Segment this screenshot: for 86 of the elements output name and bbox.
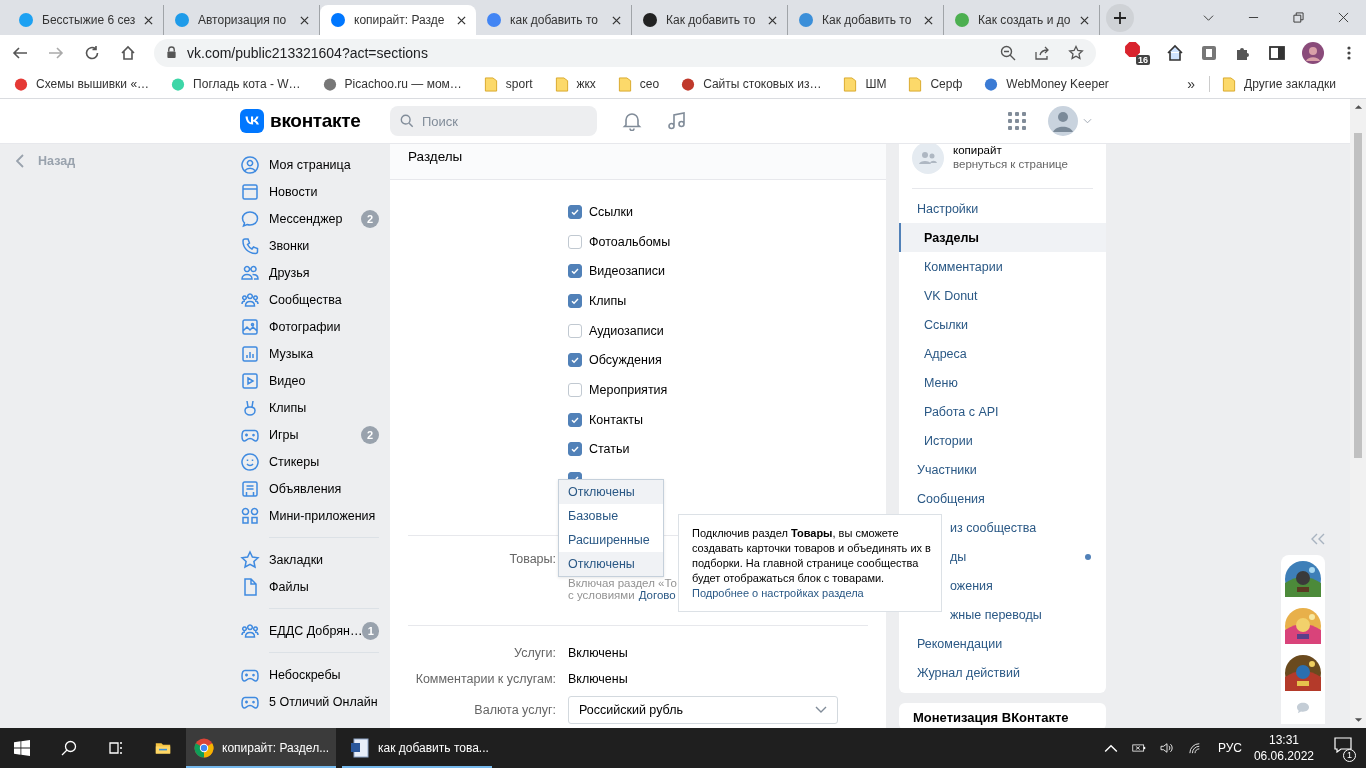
- count-badge: 1: [362, 621, 379, 640]
- dropdown-option[interactable]: Отключены: [559, 552, 663, 576]
- bookmark[interactable]: жкх: [554, 76, 596, 92]
- tooltip-link[interactable]: Подробнее о настройках раздела: [692, 586, 931, 601]
- menu-item[interactable]: Меню: [924, 375, 958, 390]
- bookmark[interactable]: WebMoney Keeper: [984, 76, 1109, 92]
- more-bookmarks-button[interactable]: »: [1187, 76, 1196, 92]
- nav-item[interactable]: Стикеры: [240, 448, 390, 475]
- nav-item[interactable]: Видео: [240, 367, 390, 394]
- count-badge: 2: [361, 209, 379, 228]
- bookmark[interactable]: Picachoo.ru — мом…: [322, 76, 462, 92]
- bookmark[interactable]: Схемы вышивки «…: [14, 76, 150, 92]
- checkbox-label: Ссылки: [589, 204, 633, 219]
- checkbox-label: Контакты: [589, 412, 643, 427]
- nav-item[interactable]: Новости: [240, 178, 390, 205]
- checkbox-label: Аудиозаписи: [589, 323, 664, 338]
- checkbox-label: Статьи: [589, 442, 630, 457]
- dropdown-option[interactable]: Базовые: [559, 504, 663, 528]
- menu-item[interactable]: Истории: [924, 433, 973, 448]
- menu-item[interactable]: Журнал действий: [917, 665, 1020, 680]
- nav-item[interactable]: Клипы: [240, 394, 390, 421]
- bookmark[interactable]: Серф: [908, 76, 963, 92]
- currency-select[interactable]: Российский рубль: [568, 696, 838, 724]
- count-badge: 2: [361, 425, 379, 444]
- back-to-page-link[interactable]: вернуться к странице: [953, 157, 1068, 171]
- nav-item[interactable]: Файлы: [240, 573, 390, 600]
- menu-item[interactable]: Комментарии: [924, 259, 1003, 274]
- menu-item[interactable]: VK Donut: [924, 288, 978, 303]
- menu-item[interactable]: Рекомендации: [917, 636, 1003, 651]
- hint-text: Включая раздел «То: [568, 577, 677, 589]
- checkbox-label: Клипы: [589, 293, 627, 308]
- tooltip-text: Подключив раздел Товары, вы сможете создавать карточки товаров и объединять их в подборки. На главной странице сообщества будет отображаться блок с товарами.: [692, 526, 931, 586]
- nav-item[interactable]: Объявления: [240, 475, 390, 502]
- nav-item[interactable]: ЕДДС Добрян… 1: [240, 617, 390, 644]
- language-indicator[interactable]: РУС: [1217, 741, 1242, 755]
- nav-item[interactable]: Закладки: [240, 546, 390, 573]
- notifications-button[interactable]: 1: [1328, 734, 1358, 762]
- menu-item[interactable]: Настройки: [917, 201, 979, 216]
- menu-item[interactable]: Работа с API: [924, 404, 999, 419]
- card-title: Монетизация ВКонтакте: [913, 710, 1069, 725]
- community-name: копирайт: [953, 144, 1003, 157]
- nav-item[interactable]: Музыка: [240, 340, 390, 367]
- clock[interactable]: 13:31 06.06.2022: [1253, 732, 1314, 764]
- search-field[interactable]: Поиск: [390, 106, 597, 136]
- checkbox-label: Мероприятия: [589, 382, 668, 397]
- bookmark[interactable]: sport: [483, 76, 533, 92]
- taskbar-app[interactable]: как добавить това...: [342, 728, 492, 768]
- menu-item[interactable]: Ссылки: [924, 317, 968, 332]
- checkbox-label: Видеозаписи: [589, 264, 666, 279]
- nav-item[interactable]: Звонки: [240, 232, 390, 259]
- field-value: Включены: [568, 646, 628, 660]
- nav-item[interactable]: Фотографии: [240, 313, 390, 340]
- checkbox-label: Фотоальбомы: [589, 234, 671, 249]
- bookmark[interactable]: ШМ: [843, 76, 887, 92]
- dropdown-option[interactable]: Расширенные: [559, 528, 663, 552]
- menu-item[interactable]: Адреса: [924, 346, 967, 361]
- logo-text: вконтакте: [270, 110, 362, 132]
- field-label: Валюта услуг:: [473, 703, 557, 717]
- section-title: Разделы: [390, 144, 886, 180]
- bookmark[interactable]: сео: [617, 76, 660, 92]
- nav-item[interactable]: Друзья: [240, 259, 390, 286]
- browser-tab[interactable]: копирайт: Разде: [320, 5, 476, 35]
- hint-text: с условиями: [568, 589, 635, 601]
- dropdown-option[interactable]: Отключены: [559, 480, 663, 504]
- field-label: Комментарии к услугам:: [414, 672, 557, 686]
- address-bar[interactable]: vk.com/public213321604?act=sections: [154, 38, 1096, 67]
- nav-item[interactable]: Моя страница: [240, 151, 390, 178]
- nav-item[interactable]: Сообщества: [240, 286, 390, 313]
- bookmark[interactable]: Другие закладки: [1222, 76, 1336, 92]
- menu-item[interactable]: Участники: [917, 462, 977, 477]
- field-label: Товары:: [508, 552, 557, 568]
- menu-item[interactable]: Разделы: [924, 230, 979, 245]
- menu-item[interactable]: жные переводы: [917, 607, 1042, 622]
- nav-item[interactable]: Мессенджер 2: [240, 205, 390, 232]
- nav-item[interactable]: Мини-приложения: [240, 502, 390, 529]
- nav-item[interactable]: 5 Отличий Онлайн: [240, 688, 390, 715]
- nav-item[interactable]: Игры 2: [240, 421, 390, 448]
- nav-item[interactable]: Небоскребы: [240, 661, 390, 688]
- field-value: Включены: [568, 672, 628, 686]
- taskbar-app[interactable]: копирайт: Раздел...: [186, 728, 336, 768]
- field-label: Услуги:: [513, 646, 557, 660]
- bookmark[interactable]: Сайты стоковых из…: [681, 76, 822, 92]
- checkbox-label: Обсуждения: [589, 353, 662, 368]
- agreement-link[interactable]: Догово: [638, 589, 676, 601]
- menu-item[interactable]: Сообщения: [917, 491, 985, 506]
- bookmark[interactable]: Погладь кота - W…: [171, 76, 301, 92]
